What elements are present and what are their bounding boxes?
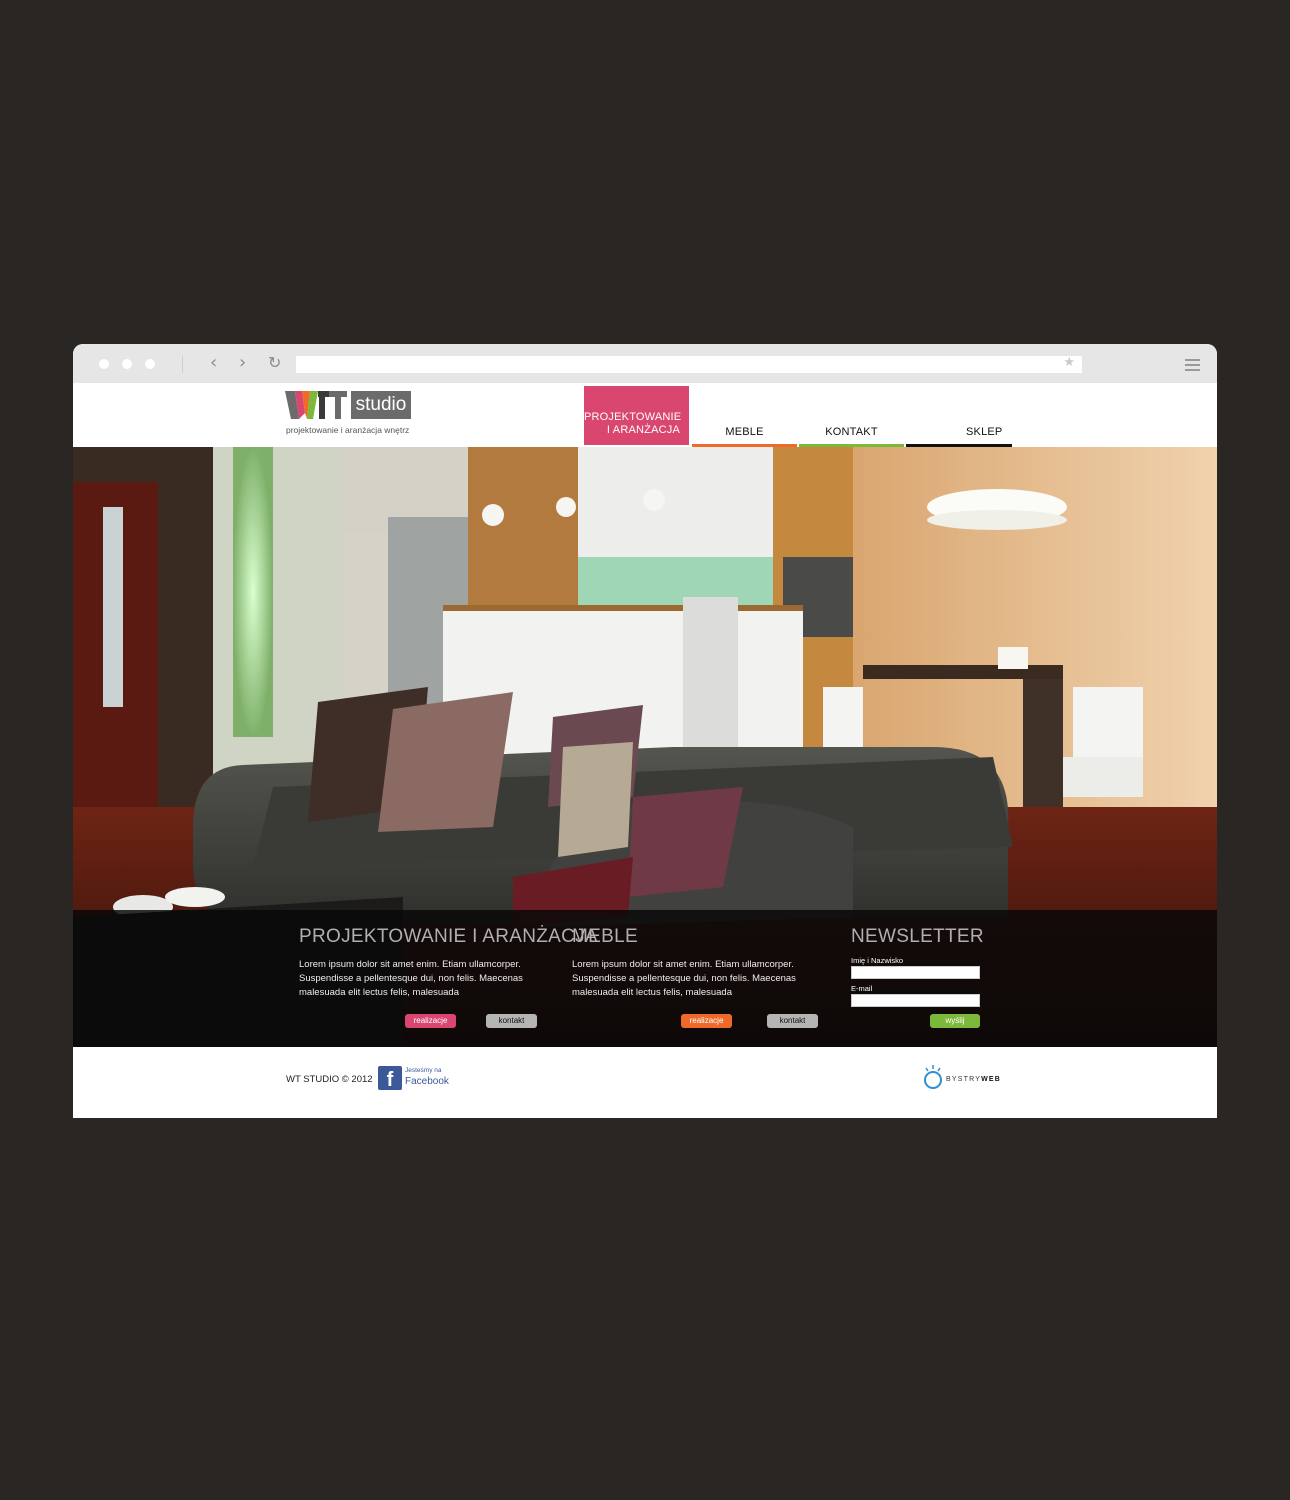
section-text: Lorem ipsum dolor sit amet enim. Etiam u… bbox=[572, 959, 796, 998]
browser-toolbar: ‹ › ↻ ★ bbox=[73, 344, 1217, 383]
email-label: E-mail bbox=[851, 984, 873, 993]
nav-item-label: Projektowanie i aranżacja bbox=[584, 411, 682, 436]
site-footer: WT STUDIO © 2012 f Jesteśmy na Facebook … bbox=[73, 1047, 1217, 1118]
section-title: MEBLE bbox=[572, 926, 638, 947]
info-band: PROJEKTOWANIE I ARANŻACJA Lorem ipsum do… bbox=[73, 910, 1217, 1047]
nav-item-label: Sklep bbox=[966, 426, 1003, 438]
kontakt-button[interactable]: kontakt bbox=[486, 1014, 537, 1028]
kontakt-button[interactable]: kontakt bbox=[767, 1014, 818, 1028]
bystryweb-light: BYSTRY bbox=[946, 1076, 982, 1083]
chevron-right-icon[interactable]: › bbox=[239, 353, 246, 373]
nav-item-sklep[interactable]: Sklep bbox=[906, 385, 1012, 447]
copyright-text: WT STUDIO © 2012 bbox=[286, 1074, 373, 1085]
realizacje-button[interactable]: realizacje bbox=[405, 1014, 456, 1028]
realizacje-button[interactable]: realizacje bbox=[681, 1014, 732, 1028]
section-title: NEWSLETTER bbox=[851, 926, 984, 947]
name-field[interactable] bbox=[851, 966, 980, 979]
window-maximize-dot[interactable] bbox=[145, 359, 155, 369]
nav-item-label: Meble bbox=[725, 426, 764, 438]
section-meble: MEBLE Lorem ipsum dolor sit amet enim. E… bbox=[572, 910, 822, 1000]
nav-item-projektowanie[interactable]: Projektowanie i aranżacja bbox=[584, 386, 689, 445]
name-label: Imię i Nazwisko bbox=[851, 956, 904, 965]
bystryweb-bold: WEB bbox=[981, 1076, 1002, 1083]
facebook-link[interactable]: f Jesteśmy na Facebook bbox=[378, 1066, 458, 1091]
logo-studio-text: studio bbox=[351, 391, 411, 419]
nav-item-kontakt[interactable]: Kontakt bbox=[799, 385, 904, 447]
section-projektowanie: PROJEKTOWANIE I ARANŻACJA Lorem ipsum do… bbox=[299, 910, 598, 1000]
address-bar[interactable]: ★ bbox=[296, 355, 1082, 373]
email-field[interactable] bbox=[851, 994, 980, 1007]
logo-tagline: projektowanie i aranżacja wnętrz bbox=[286, 425, 410, 435]
section-title: PROJEKTOWANIE I ARANŻACJA bbox=[299, 926, 598, 947]
section-text: Lorem ipsum dolor sit amet enim. Etiam u… bbox=[299, 959, 523, 998]
nav-item-label: Kontakt bbox=[825, 426, 878, 438]
bystryweb-text: BYSTRYWEB bbox=[946, 1076, 1001, 1083]
wt-logo-mark bbox=[285, 391, 347, 419]
reload-icon[interactable]: ↻ bbox=[268, 353, 281, 373]
facebook-icon: f bbox=[378, 1066, 402, 1091]
chevron-left-icon[interactable]: ‹ bbox=[210, 353, 217, 373]
site-header: studio projektowanie i aranżacja wnętrz … bbox=[73, 383, 1217, 486]
window-minimize-dot[interactable] bbox=[122, 359, 132, 369]
window-close-dot[interactable] bbox=[99, 359, 109, 369]
logo[interactable]: studio projektowanie i aranżacja wnętrz bbox=[285, 391, 415, 437]
facebook-text: Facebook bbox=[405, 1076, 449, 1087]
submit-button[interactable]: wyślij bbox=[930, 1014, 980, 1028]
bystryweb-icon bbox=[924, 1065, 942, 1089]
hamburger-icon[interactable] bbox=[1185, 359, 1200, 374]
facebook-small-text: Jesteśmy na bbox=[405, 1067, 442, 1074]
nav-item-meble[interactable]: Meble bbox=[692, 385, 797, 447]
toolbar-divider bbox=[182, 356, 183, 373]
bystryweb-link[interactable]: BYSTRYWEB bbox=[922, 1065, 1012, 1091]
section-newsletter: NEWSLETTER bbox=[851, 910, 991, 948]
star-icon[interactable]: ★ bbox=[1063, 355, 1075, 370]
browser-window: ‹ › ↻ ★ studio projektowanie i aranżacja… bbox=[73, 344, 1217, 1118]
